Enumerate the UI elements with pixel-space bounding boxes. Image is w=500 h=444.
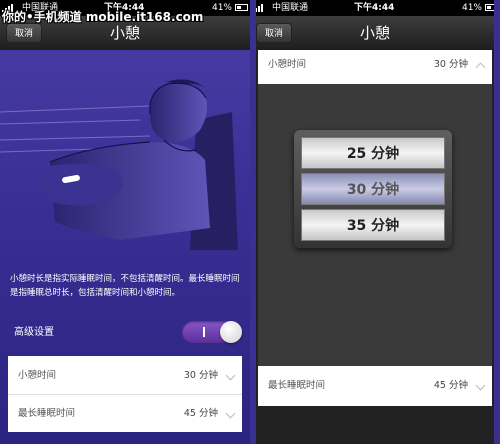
- chevron-down-icon: [475, 380, 486, 391]
- nap-time-row-expanded[interactable]: 小憩时间 30 分钟: [258, 50, 492, 84]
- chevron-down-icon: [225, 370, 236, 381]
- row-value: 45 分钟: [433, 380, 468, 391]
- screen-edge: [250, 0, 256, 444]
- chevron-up-icon[interactable]: [475, 62, 486, 73]
- duration-picker-panel: 25 分钟 30 分钟 35 分钟: [258, 84, 492, 366]
- advanced-settings-label: 高级设置: [14, 327, 54, 338]
- row-label: 小憩时间: [18, 370, 57, 381]
- picker-option-selected[interactable]: 30 分钟: [301, 173, 445, 205]
- status-bar: 中国联通 下午4:44 41%: [250, 0, 500, 16]
- row-value: 30 分钟: [183, 370, 218, 381]
- carrier-label: 中国联通: [272, 3, 309, 13]
- row-label: 最长睡眠时间: [18, 408, 76, 419]
- toggle-on-mark: [203, 327, 205, 337]
- row-label: 最长睡眠时间: [268, 380, 326, 391]
- row-label: 小憩时间: [268, 59, 307, 70]
- battery-percent: 41%: [211, 3, 232, 13]
- clock: 下午4:44: [354, 3, 395, 13]
- cancel-button[interactable]: 取消: [6, 23, 42, 43]
- advanced-settings-toggle[interactable]: [182, 321, 242, 343]
- nap-picker-screen: 中国联通 下午4:44 41% 小憩 取消 小憩时间 30 分钟 25 分钟 3…: [250, 0, 500, 444]
- toggle-knob[interactable]: [220, 321, 242, 343]
- screen-edge: [494, 0, 500, 444]
- battery-icon: [235, 4, 248, 11]
- nav-bar: 小憩 取消: [250, 16, 500, 50]
- watermark: 你的•手机频道 mobile.it168.com: [2, 10, 204, 24]
- max-sleep-time-row[interactable]: 最长睡眠时间 45 分钟: [258, 368, 492, 404]
- nap-time-row[interactable]: 小憩时间 30 分钟: [258, 50, 492, 84]
- nap-description: 小憩时长是指实际睡眠时间，不包括清醒时间。最长睡眠时间是指睡眠总时长，包括清醒时…: [10, 274, 240, 298]
- duration-picker[interactable]: 25 分钟 30 分钟 35 分钟: [294, 130, 452, 248]
- settings-list: 最长睡眠时间 45 分钟: [258, 366, 492, 406]
- sleeping-man-illustration: [0, 79, 238, 250]
- picker-option[interactable]: 25 分钟: [301, 137, 445, 169]
- cancel-button[interactable]: 取消: [256, 23, 292, 43]
- nap-time-row[interactable]: 小憩时间 30 分钟: [8, 358, 242, 395]
- picker-option[interactable]: 35 分钟: [301, 209, 445, 241]
- chevron-down-icon: [225, 408, 236, 419]
- row-value: 30 分钟: [433, 59, 468, 70]
- row-value: 45 分钟: [183, 408, 218, 419]
- nap-settings-screen: 中国联通 下午4:44 41% 小憩 取消 小憩时长是指实际睡眠时间，不包括清醒…: [0, 0, 250, 444]
- max-sleep-time-row[interactable]: 最长睡眠时间 45 分钟: [8, 396, 242, 432]
- settings-list: 小憩时间 30 分钟 最长睡眠时间 45 分钟: [8, 356, 242, 432]
- battery-percent: 41%: [461, 3, 482, 13]
